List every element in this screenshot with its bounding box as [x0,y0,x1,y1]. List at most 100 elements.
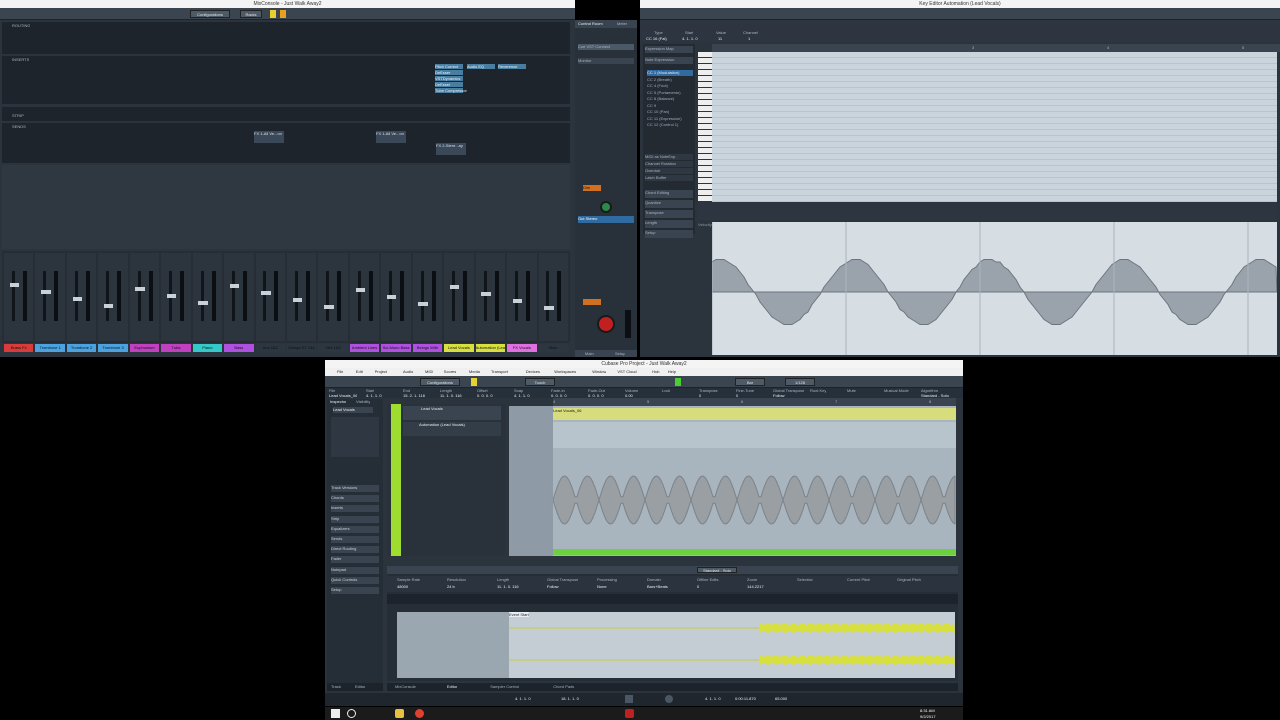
channel-name[interactable]: Trombone 2 [66,344,97,352]
inspector-section[interactable]: Direct Routing [331,546,379,554]
fader-track[interactable] [74,271,78,321]
inspector-section[interactable]: Strip [331,515,379,523]
channel-name[interactable]: Main [538,344,568,352]
project-configurations-button[interactable]: Configurations [420,378,460,386]
insert-slot-tube[interactable]: Tube Compressor [435,88,467,93]
sample-overview[interactable] [387,594,958,604]
note-grid[interactable] [712,52,1277,202]
tab-meter[interactable]: Meter [617,21,627,26]
info-value[interactable]: 0. 0. 0. 0 [477,393,493,398]
fader-track[interactable] [294,271,298,321]
channel-name[interactable]: Beings With [412,344,443,352]
cc-list-item[interactable]: CC 9 [647,103,693,109]
fader-cap[interactable] [9,283,20,287]
fader-track[interactable] [420,271,424,321]
fader-cap[interactable] [72,297,82,301]
fader-track[interactable] [137,271,141,321]
cc-list-item[interactable]: CC 8 (Balance) [647,96,693,102]
fader-track[interactable] [200,271,204,321]
fader-cap[interactable] [103,304,114,308]
standard-solo[interactable]: Standard - Solo [697,567,737,573]
insert-slot-deesser[interactable]: DeEsser [435,70,463,75]
menu-item[interactable]: File [337,369,343,374]
key-editor-section[interactable]: Setup [645,230,693,238]
lower-zone-tab[interactable]: Chord Pads [553,684,574,689]
project-yellow-indicator[interactable] [471,378,477,386]
sample-info-value[interactable]: 11. 1. 0. 116 [497,584,519,589]
insert-slot-reverence[interactable]: Reverence [498,64,526,69]
menu-item[interactable]: MIDI [425,369,433,374]
fader-track[interactable] [357,271,361,321]
audio-event-bottom[interactable] [553,549,956,555]
info-start-value[interactable]: 4. 1. 1. 0 [682,36,698,41]
toolbar-indicator[interactable] [270,10,276,18]
info-value[interactable]: 11. 1. 0. 116 [440,393,462,398]
inspector-section[interactable]: Fader [331,556,379,564]
channel-name[interactable]: Piano [192,344,223,352]
inspector-track-name[interactable]: Lead Vocals [333,407,373,413]
inspector-section[interactable]: Quick Controls [331,576,379,584]
toolbar-indicator-2[interactable] [280,10,286,18]
position-display[interactable]: 4. 1. 1. 0 [705,696,721,701]
info-value[interactable]: 15. 2. 1. 116 [403,393,425,398]
fader-track[interactable] [514,271,518,321]
time-display[interactable]: 0:00:11.870 [735,696,756,701]
automation-waveform[interactable] [553,450,956,550]
send-slot-3[interactable]: FX 2-Stere...ay [436,143,466,155]
fader-cap[interactable] [544,306,554,310]
fader-cap[interactable] [41,290,51,294]
cc-list-item[interactable]: CC 10 (Pan) [647,109,693,115]
menu-item[interactable]: Scores [444,369,456,374]
channel-name[interactable]: Ambient Lines [349,344,380,352]
inspector-section[interactable]: Inserts [331,505,379,513]
key-editor-section[interactable]: Quantize [645,200,693,208]
track-lead-vocals[interactable]: Lead Vocals [403,406,501,420]
fader-cap[interactable] [198,301,208,305]
fader-track[interactable] [483,271,487,321]
inspector-tab[interactable]: Inspector [330,399,346,404]
send-slot-1[interactable]: FX 1-All Ve...on [254,131,284,143]
cc-list-item[interactable]: CC 4 (Foot) [647,83,693,89]
fader-track[interactable] [263,271,267,321]
insert-slot-pitch-correct[interactable]: Pitch Correct [435,64,463,69]
setup-tab[interactable]: Setup [615,351,625,356]
info-value[interactable]: 4. 1. 1. 0 [514,393,530,398]
main-volume-knob[interactable] [597,315,615,333]
channel-name[interactable]: Sci-Mono Bass [381,344,411,352]
key-editor-section[interactable]: Length [645,220,693,228]
channel-name[interactable]: Trombone 1 [35,344,65,352]
explorer-icon[interactable] [395,709,404,718]
visibility-tab[interactable]: Visibility [356,399,370,404]
info-value-value[interactable]: 11 [718,36,722,41]
locator-right[interactable]: 18. 1. 1. 0 [561,696,579,701]
inspector-section[interactable]: Setup [331,587,379,594]
locator-left[interactable]: 4. 1. 1. 0 [515,696,531,701]
fader-track[interactable] [106,271,110,321]
dim-button-2[interactable] [583,299,601,305]
channel-name[interactable]: Hits 1&2 [318,344,348,352]
note-expression-label[interactable]: Note Expression [645,57,693,64]
channel-name[interactable]: Brass Fx [4,344,34,352]
fader-track[interactable] [452,271,456,321]
racks-button[interactable]: Racks [240,10,262,18]
lower-zone-tab[interactable]: MixConsole [395,684,416,689]
insert-slot-audio-eq[interactable]: Audio EQ [467,64,495,69]
menu-item[interactable]: Window [592,369,606,374]
key-editor-option[interactable]: Latch Buffer [645,175,693,181]
channel-name[interactable]: Lead Vocals [444,344,474,352]
inspector-section[interactable]: Sends [331,536,379,543]
menu-item[interactable]: Help [668,369,676,374]
project-ruler[interactable]: 4 5 6 7 8 [553,398,956,406]
sample-info-value[interactable]: 0 [697,584,699,589]
info-type-value[interactable]: CC 16 (Fal) [646,36,667,41]
send-slot-2[interactable]: FX 1-All Ve...on [376,131,406,143]
fader-cap[interactable] [481,292,491,296]
inspector-section[interactable]: Notepad [331,566,379,574]
menu-item[interactable]: Audio [403,369,413,374]
configurations-button[interactable]: Configurations [190,10,230,18]
monitor-row[interactable]: Monitor [578,58,634,64]
fader-track[interactable] [546,271,550,321]
cc-list-item[interactable]: CC 11 (Expression) [647,116,693,122]
expression-map-label[interactable]: Expression Map [645,46,693,53]
channel-name[interactable]: Trombone 3 [98,344,128,352]
